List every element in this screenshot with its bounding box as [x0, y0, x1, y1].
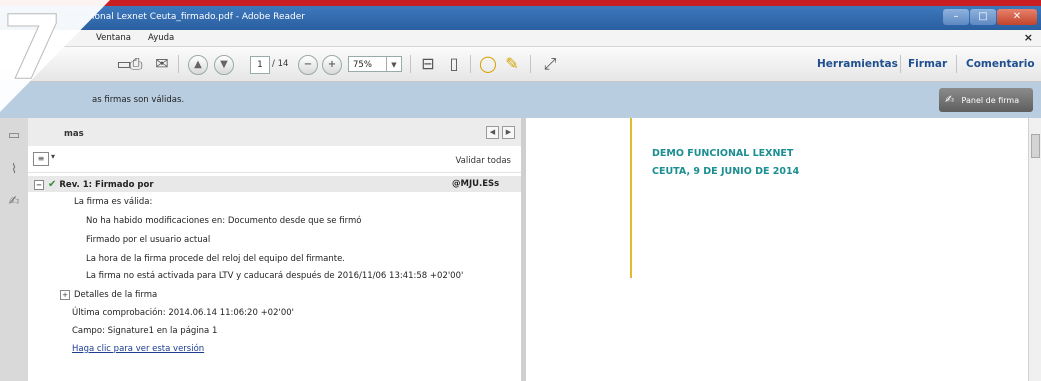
document-margin-rule — [630, 118, 632, 278]
signature-panel-title: mas — [64, 129, 84, 139]
fit-page-icon[interactable]: ▯ — [444, 54, 464, 74]
main-toolbar: ▭ ⎙ ✉ ▲ ▼ 1 / 14 − + 75% ▼ ⊟ ▯ ◯ ✎ ⤢ Her… — [0, 47, 1041, 82]
window-title: ional Lexnet Ceuta_firmado.pdf - Adobe R… — [92, 12, 306, 22]
minimize-button[interactable]: – — [943, 9, 969, 25]
scrollbar-thumb[interactable] — [1031, 134, 1040, 158]
signature-detail-line: No ha habido modificaciones en: Document… — [86, 216, 362, 226]
vertical-scrollbar[interactable] — [1028, 118, 1041, 381]
zoom-out-icon[interactable]: − — [298, 55, 318, 75]
signature-panel-header: mas ◀ ▶ — [28, 118, 521, 147]
menu-ventana[interactable]: Ventana — [96, 33, 131, 43]
signature-field-line: Campo: Signature1 en la página 1 — [72, 326, 218, 336]
signature-panel-toolbar: ≡ ▾ Validar todas — [28, 146, 521, 173]
revision-label: Rev. 1: Firmado por — [59, 180, 154, 190]
close-document-button[interactable]: × — [1024, 31, 1033, 44]
highlight-icon[interactable]: ✎ — [502, 54, 522, 74]
signature-panel-label: Panel de firma — [961, 96, 1020, 105]
next-page-icon[interactable]: ▼ — [214, 55, 234, 75]
zoom-select[interactable]: 75% ▼ — [348, 56, 402, 72]
signature-detail-line: Firmado por el usuario actual — [86, 235, 211, 245]
page-number-input[interactable]: 1 — [250, 56, 270, 74]
toolbar-separator — [956, 55, 957, 73]
toolbar-separator — [470, 55, 471, 73]
step-number-badge: 7 — [1, 0, 64, 99]
view-version-link[interactable]: Haga clic para ver esta versión — [72, 344, 204, 354]
validate-all-button[interactable]: Validar todas — [456, 156, 511, 166]
signature-status-message: as firmas son válidas. — [92, 95, 185, 105]
document-heading-line2: CEUTA, 9 DE JUNIO DE 2014 — [652, 166, 800, 177]
signature-details-item[interactable]: + Detalles de la firma — [60, 290, 157, 300]
options-icon[interactable]: ≡ — [33, 152, 49, 166]
zoom-in-icon[interactable]: + — [322, 55, 342, 75]
last-check-line: Última comprobación: 2014.06.14 11:06:20… — [72, 308, 294, 318]
document-heading-line1: DEMO FUNCIONAL LEXNET — [652, 148, 794, 159]
window-controls: – □ ✕ — [943, 9, 1037, 25]
document-view[interactable]: DEMO FUNCIONAL LEXNET CEUTA, 9 DE JUNIO … — [526, 118, 1041, 381]
expand-icon[interactable]: + — [60, 290, 70, 300]
sign-link[interactable]: Firmar — [908, 58, 947, 70]
signature-icon[interactable]: ✍ — [5, 194, 23, 212]
signature-details-label: Detalles de la firma — [74, 290, 158, 300]
menu-ayuda[interactable]: Ayuda — [148, 33, 174, 43]
window-title-bar[interactable]: ional Lexnet Ceuta_firmado.pdf - Adobe R… — [0, 6, 1041, 30]
page-total: / 14 — [272, 59, 289, 69]
chevron-down-icon[interactable]: ▼ — [386, 57, 401, 71]
pages-icon[interactable]: ▭ — [5, 128, 23, 146]
zoom-value: 75% — [353, 60, 372, 70]
signature-detail-line: La firma no está activada para LTV y cad… — [86, 271, 464, 281]
print-icon[interactable]: ⎙ — [126, 54, 146, 74]
signature-valid-line: La firma es válida: — [74, 197, 153, 207]
signature-panel: mas ◀ ▶ ≡ ▾ Validar todas − ✔ Rev. 1: Firm… — [28, 118, 522, 381]
comment-icon[interactable]: ◯ — [478, 54, 498, 74]
toolbar-separator — [178, 55, 179, 73]
valid-signature-icon: ✔ — [48, 179, 57, 190]
fit-width-icon[interactable]: ⊟ — [418, 54, 438, 74]
comment-link[interactable]: Comentario — [966, 58, 1035, 70]
revision-item[interactable]: − ✔ Rev. 1: Firmado por — [34, 179, 154, 190]
pen-icon: ✍ — [945, 93, 955, 106]
signature-detail-line: La hora de la firma procede del reloj de… — [86, 254, 346, 264]
menu-bar: Ventana Ayuda × — [0, 30, 1041, 47]
close-window-button[interactable]: ✕ — [997, 9, 1037, 25]
toolbar-separator — [410, 55, 411, 73]
paperclip-icon[interactable]: ⌇ — [5, 162, 23, 180]
previous-page-icon[interactable]: ▲ — [188, 55, 208, 75]
expand-icon[interactable]: ⤢ — [540, 54, 560, 74]
tools-link[interactable]: Herramientas — [817, 58, 898, 70]
toolbar-separator — [530, 55, 531, 73]
signature-panel-button[interactable]: ✍ Panel de firma — [939, 88, 1033, 112]
toolbar-separator — [900, 55, 901, 73]
maximize-button[interactable]: □ — [970, 9, 996, 25]
collapse-left-icon[interactable]: ◀ — [486, 126, 499, 139]
collapse-right-icon[interactable]: ▶ — [502, 126, 515, 139]
options-dropdown-icon[interactable]: ▾ — [51, 152, 55, 161]
signer-id: @MJU.ESs — [452, 179, 500, 189]
collapse-icon[interactable]: − — [34, 180, 44, 190]
navigation-pane: ▭ ⌇ ✍ — [0, 118, 29, 381]
email-icon[interactable]: ✉ — [152, 54, 172, 74]
signature-status-bar: as firmas son válidas. ✍ Panel de firma — [0, 82, 1041, 119]
